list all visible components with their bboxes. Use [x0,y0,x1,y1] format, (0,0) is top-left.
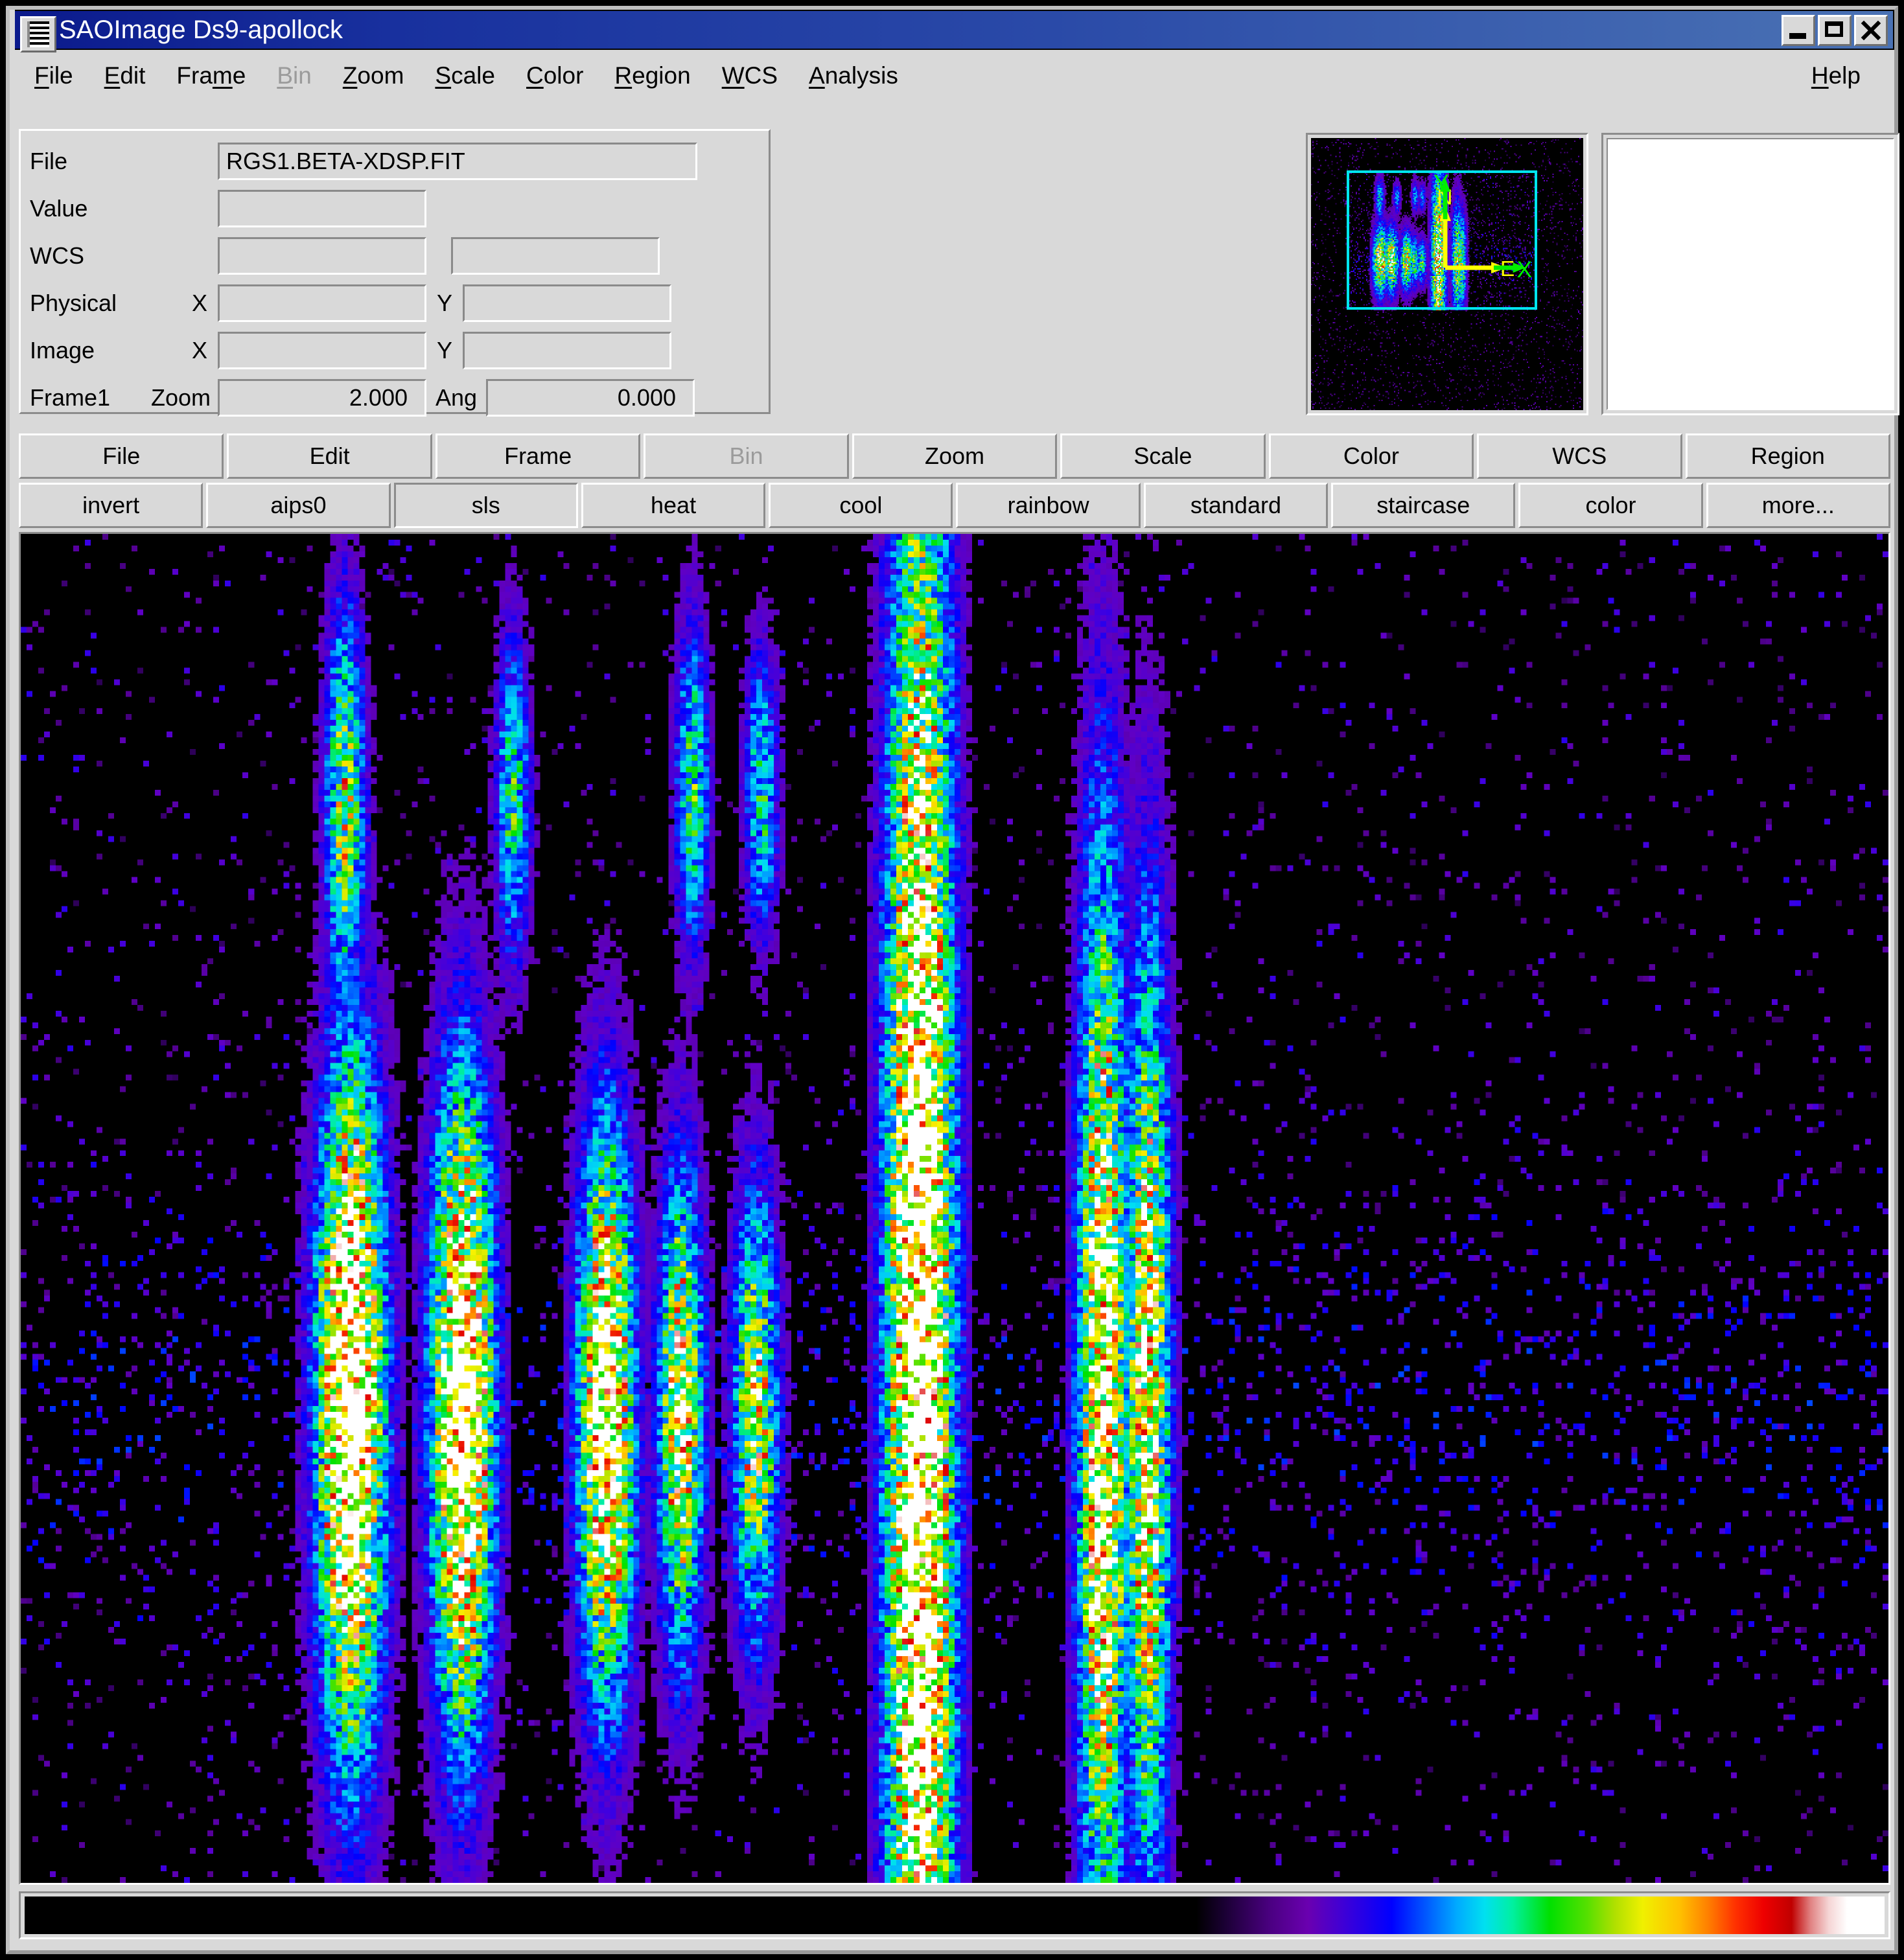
info-row-value: Value [30,185,760,232]
menu-region[interactable]: Region [599,62,706,89]
menu-edit[interactable]: Edit [89,62,161,89]
cmap-standard[interactable]: standard [1143,483,1329,528]
file-field[interactable]: RGS1.BETA-XDSP.FIT [218,142,697,180]
menu-bin: Bin [277,62,312,89]
image-display-frame[interactable] [19,532,1890,1885]
panner-compass: N E Y X [1434,170,1532,282]
image-x-label: X [191,336,207,363]
menu-file[interactable]: File [19,62,89,89]
fits-image-canvas[interactable] [21,534,1888,1883]
window-title: SAOImage Ds9-apollock [59,15,343,44]
button-zoom[interactable]: Zoom [852,433,1058,479]
cmap-cool[interactable]: cool [769,483,953,528]
main-button-row: File Edit Frame Bin Zoom Scale Color WCS Region [19,433,1890,479]
wcs-field-2[interactable] [451,236,660,275]
button-frame[interactable]: Frame [435,433,641,479]
maximize-icon[interactable] [1818,15,1852,46]
menu-scale[interactable]: Scale [419,62,511,89]
cmap-color[interactable]: color [1518,483,1703,528]
axis-x-label: X [1516,257,1532,282]
menu-color[interactable]: Color [511,62,599,89]
magnifier-panel[interactable] [1601,133,1899,415]
cmap-more[interactable]: more... [1706,483,1890,528]
axis-y-label: Y [1434,170,1449,196]
image-y-label: Y [436,336,452,363]
ds9-main-window: SAOImage Ds9-apollock File Edit Frame Bi… [0,0,1904,1960]
image-x-field[interactable] [218,331,426,369]
info-row-physical: Physical X Y [30,279,760,327]
button-edit[interactable]: Edit [227,433,432,479]
window-controls [1782,13,1890,48]
zoom-label: Zoom [150,384,211,411]
cmap-rainbow[interactable]: rainbow [956,483,1141,528]
close-icon[interactable] [1854,15,1888,46]
info-row-frame: Frame1 Zoom 2.000 Ang 0.000 [30,374,760,421]
window-outer-frame: SAOImage Ds9-apollock File Edit Frame Bi… [4,4,1900,1956]
image-y-field[interactable] [463,331,671,369]
file-label: File [30,147,68,174]
cmap-heat[interactable]: heat [581,483,766,528]
button-color[interactable]: Color [1268,433,1474,479]
button-bin: Bin [644,433,849,479]
close-x-glyph [1861,20,1881,41]
info-row-file: File RGS1.BETA-XDSP.FIT [30,137,760,185]
physical-x-label: X [191,289,207,316]
info-row-image: Image X Y [30,327,760,374]
colorbar-gradient[interactable] [25,1897,1885,1934]
window-menu-stripes [27,21,49,47]
cmap-sls[interactable]: sls [393,483,578,528]
button-scale[interactable]: Scale [1060,433,1266,479]
physical-x-field[interactable] [218,284,426,322]
button-wcs[interactable]: WCS [1477,433,1682,479]
colormap-button-row: invert aips0 sls heat cool rainbow standard sta… [19,483,1890,528]
menu-bar: File Edit Frame Bin Zoom Scale Color Reg… [19,54,1890,98]
info-panel: File RGS1.BETA-XDSP.FIT Value WCS Physic… [19,129,771,417]
physical-y-field[interactable] [463,284,671,322]
wcs-label: WCS [30,242,84,269]
wcs-field-1[interactable] [218,236,426,275]
menu-help[interactable]: Help [1796,62,1890,89]
menu-zoom[interactable]: Zoom [327,62,420,89]
panner-view[interactable]: N E Y X [1311,138,1583,410]
ang-field[interactable]: 0.000 [486,378,695,417]
cmap-aips0[interactable]: aips0 [206,483,391,528]
zoom-field[interactable]: 2.000 [218,378,426,417]
colorbar-panel[interactable] [19,1891,1890,1939]
value-field[interactable] [218,189,426,227]
menu-wcs[interactable]: WCS [706,62,793,89]
info-row-wcs: WCS [30,232,760,279]
magnifier-view [1607,138,1894,410]
button-region[interactable]: Region [1685,433,1890,479]
ang-label: Ang [435,384,478,411]
menu-frame[interactable]: Frame [161,62,261,89]
cmap-invert[interactable]: invert [19,483,203,528]
title-bar: SAOImage Ds9-apollock [15,10,1894,52]
menu-analysis[interactable]: Analysis [793,62,914,89]
value-label: Value [30,194,88,222]
physical-y-label: Y [436,289,452,316]
cmap-staircase[interactable]: staircase [1331,483,1516,528]
minimize-icon[interactable] [1782,15,1815,46]
panner-panel[interactable]: N E Y X [1306,133,1588,415]
window-menu-icon[interactable] [20,16,56,52]
button-file[interactable]: File [19,433,224,479]
frame-label: Frame1 [30,384,111,411]
